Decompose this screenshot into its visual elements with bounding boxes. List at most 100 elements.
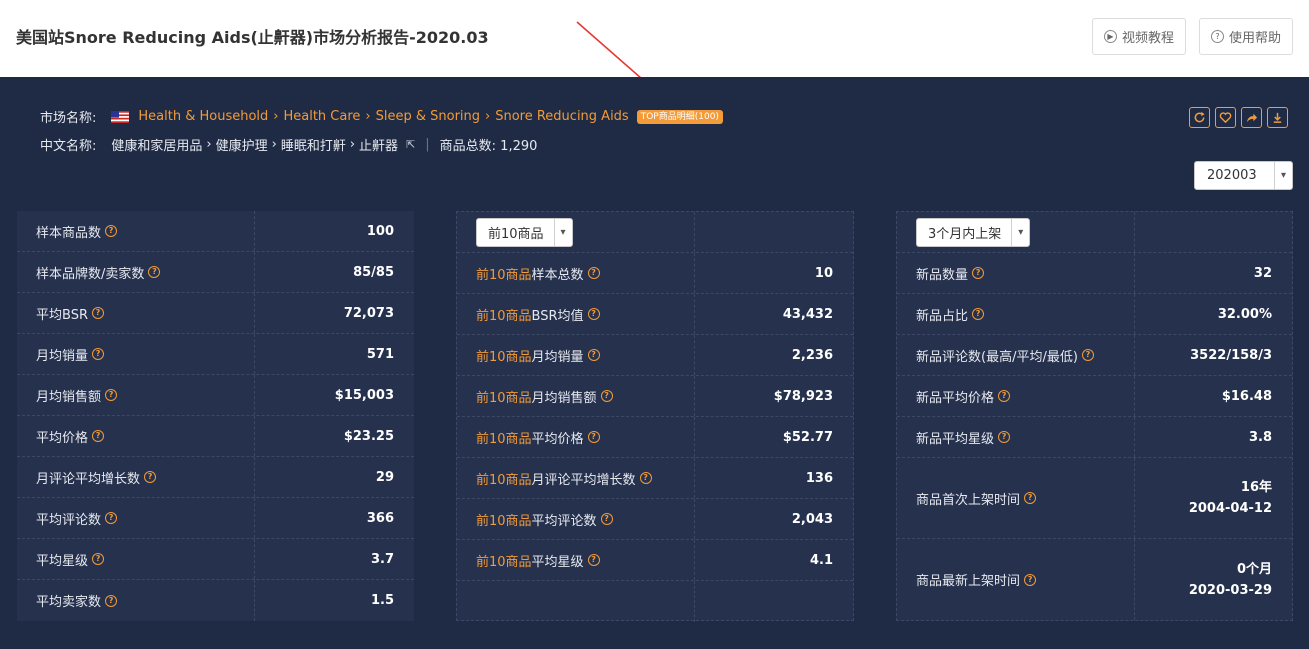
table-row [457, 581, 853, 622]
question-icon[interactable]: ? [972, 308, 985, 320]
stat-label: 月均销量? [17, 334, 255, 374]
stat-label: 前10商品 月评论平均增长数? [457, 458, 695, 498]
table-row: 平均价格? $23.25 [17, 416, 414, 457]
question-icon[interactable]: ? [587, 349, 600, 361]
breadcrumb-snore-reducing-aids[interactable]: Snore Reducing Aids [495, 109, 629, 124]
divider: | [425, 137, 430, 152]
stat-value: 4.1 [809, 552, 833, 568]
table-row: 前10商品 BSR均值? 43,432 [457, 294, 853, 335]
breadcrumb-health-care[interactable]: Health Care [283, 109, 360, 124]
download-icon[interactable] [1267, 107, 1288, 128]
chevron-down-icon: ▾ [553, 218, 572, 246]
stat-value: $16.48 [1221, 388, 1272, 404]
table-row: 月均销量? 571 [17, 334, 414, 375]
play-icon: ▶ [1103, 30, 1117, 43]
stat-value: 29 [375, 469, 394, 485]
us-flag-icon [111, 110, 130, 123]
stat-label: 平均星级? [17, 539, 255, 579]
table-row: 前10商品 平均星级? 4.1 [457, 540, 853, 581]
table-row: 月均销售额? $15,003 [17, 375, 414, 416]
cn-breadcrumb-item: 健康护理 [215, 139, 268, 154]
cn-breadcrumb-item: 止鼾器 [359, 139, 399, 154]
question-icon[interactable]: ? [105, 594, 118, 607]
video-tutorial-button[interactable]: ▶ 视频教程 [1092, 18, 1186, 55]
empty-cell [1135, 212, 1292, 252]
stat-label: 平均BSR? [17, 293, 255, 333]
table-row: 新品平均价格? $16.48 [897, 376, 1292, 417]
month-select[interactable]: 202003 ▾ [1194, 161, 1293, 190]
product-total-count: 商品总数: 1,290 [439, 139, 538, 154]
cn-breadcrumb-separator: › [271, 137, 277, 152]
question-icon[interactable]: ? [105, 512, 118, 524]
question-icon[interactable]: ? [639, 472, 652, 484]
question-icon[interactable]: ? [998, 431, 1011, 443]
stat-value: 72,073 [343, 305, 394, 321]
question-icon[interactable]: ? [587, 267, 600, 279]
help-button[interactable]: ? 使用帮助 [1199, 18, 1293, 55]
stat-value: $23.25 [343, 428, 394, 444]
question-icon[interactable]: ? [1024, 492, 1037, 504]
breadcrumb-separator: › [485, 109, 491, 124]
breadcrumb-separator: › [273, 109, 279, 124]
empty-cell [695, 581, 853, 622]
question-icon[interactable]: ? [144, 471, 157, 483]
stat-label: 月评论平均增长数? [17, 457, 255, 497]
toolbar-icons [1189, 107, 1288, 128]
listing-period-select[interactable]: 3个月内上架 ▾ [916, 217, 1031, 247]
question-icon[interactable]: ? [105, 225, 118, 237]
top-products-badge[interactable]: TOP商品明细(100) [636, 109, 723, 124]
top10-select-cell: 前10商品 ▾ [457, 212, 695, 252]
stat-value: 3.7 [370, 551, 394, 567]
stat-value: $15,003 [334, 387, 394, 403]
question-icon[interactable]: ? [600, 390, 613, 402]
question-icon[interactable]: ? [105, 389, 118, 401]
refresh-icon[interactable] [1189, 107, 1210, 128]
stat-value: 2,236 [791, 347, 833, 363]
question-icon: ? [1210, 30, 1224, 43]
table-row: 月评论平均增长数? 29 [17, 457, 414, 498]
market-name-label: 市场名称: [40, 111, 97, 126]
question-icon[interactable]: ? [587, 554, 600, 566]
question-icon[interactable]: ? [91, 307, 104, 319]
stat-value: 0个月 2020-03-29 [1188, 561, 1272, 598]
stat-label: 前10商品 平均评论数? [457, 499, 695, 539]
stat-value: $52.77 [782, 429, 833, 445]
stat-value: 136 [805, 470, 833, 486]
stat-value: 2,043 [791, 511, 833, 527]
chinese-name-label: 中文名称: [40, 139, 97, 154]
top10-select[interactable]: 前10商品 ▾ [476, 217, 573, 247]
question-icon[interactable]: ? [972, 267, 985, 279]
question-icon[interactable]: ? [998, 390, 1011, 402]
external-link-icon[interactable]: ⇱ [406, 138, 415, 151]
question-icon[interactable]: ? [148, 266, 161, 278]
month-select-value: 202003 [1207, 168, 1257, 183]
question-icon[interactable]: ? [1024, 573, 1037, 586]
table-row: 3个月内上架 ▾ [897, 212, 1292, 253]
table-row: 前10商品 ▾ [457, 212, 853, 253]
stat-label: 新品数量? [897, 253, 1135, 293]
question-icon[interactable]: ? [92, 553, 105, 565]
table-row: 新品占比? 32.00% [897, 294, 1292, 335]
question-icon[interactable]: ? [587, 308, 600, 320]
question-icon[interactable]: ? [92, 430, 105, 442]
question-icon[interactable]: ? [587, 431, 600, 443]
page-header: 美国站Snore Reducing Aids(止鼾器)市场分析报告-2020.0… [0, 0, 1309, 77]
share-icon[interactable] [1241, 107, 1262, 128]
market-panel: 市场名称: Health & Household › Health Care ›… [0, 77, 1309, 649]
chinese-name-row: 中文名称: 健康和家居用品 › 健康护理 › 睡眠和打鼾 › 止鼾器 ⇱ | 商… [40, 135, 537, 154]
question-icon[interactable]: ? [1081, 349, 1094, 361]
stat-label: 商品最新上架时间? [897, 539, 1135, 620]
table-row: 商品首次上架时间? 16年 2004-04-12 [897, 458, 1292, 539]
table-row: 平均评论数? 366 [17, 498, 414, 539]
cn-breadcrumb-item: 健康和家居用品 [111, 139, 203, 154]
question-icon[interactable]: ? [92, 348, 105, 360]
stat-value: 3.8 [1248, 429, 1272, 445]
cn-breadcrumb-separator: › [349, 137, 356, 152]
breadcrumb-sleep-snoring[interactable]: Sleep & Snoring [376, 109, 480, 124]
stat-label: 新品占比? [897, 294, 1135, 334]
question-icon[interactable]: ? [600, 513, 613, 525]
favorite-heart-icon[interactable] [1215, 107, 1236, 128]
breadcrumb-health-household[interactable]: Health & Household [138, 109, 268, 124]
stat-value: 10 [814, 265, 833, 281]
table-row: 前10商品 月均销售额? $78,923 [457, 376, 853, 417]
